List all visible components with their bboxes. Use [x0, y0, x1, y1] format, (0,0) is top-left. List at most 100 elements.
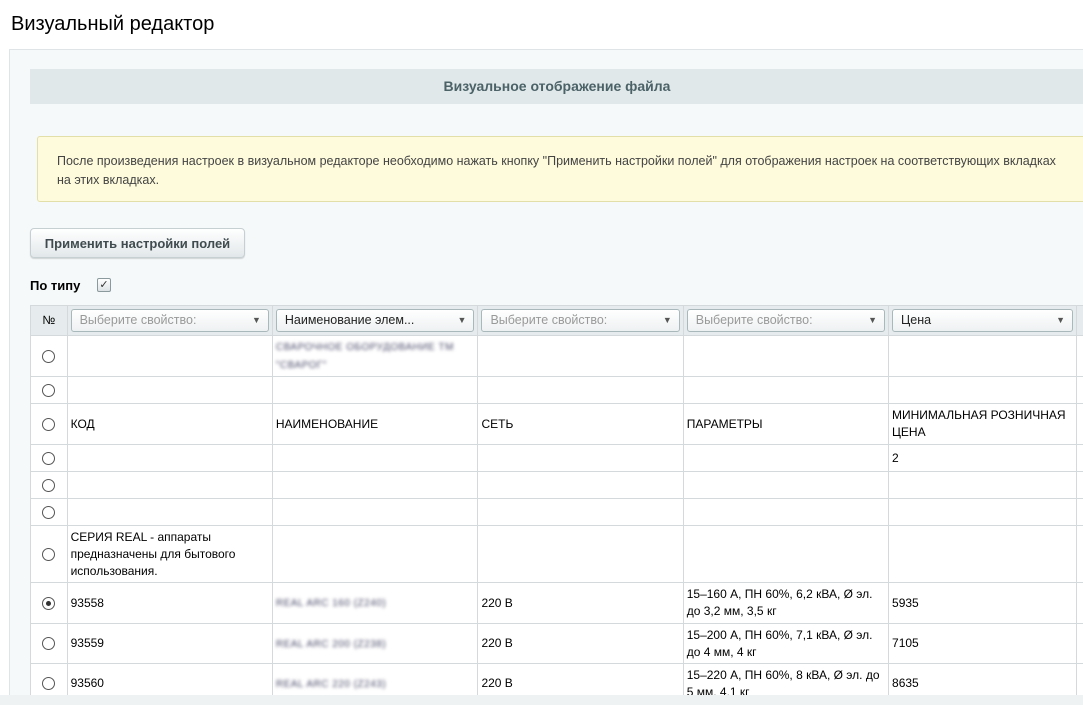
row-select-cell: [30, 498, 68, 526]
table-row[interactable]: [30, 471, 1083, 499]
cell-text: СЕРИЯ REAL - аппараты предназначены для …: [70, 529, 236, 578]
table-cell: 7105: [888, 623, 1077, 664]
table-cell: [477, 525, 684, 583]
table-cell: [271, 525, 479, 583]
cell-text: 7105: [892, 636, 919, 650]
table-cell: [271, 376, 479, 404]
column-select-cell: Цена ▼: [888, 305, 1077, 336]
table-cell: [66, 335, 273, 377]
table-cell: [682, 498, 890, 526]
table-cell: КОД: [66, 403, 273, 445]
table-cell: [888, 525, 1077, 583]
table-cell: 15–160 А, ПН 60%, 6,2 кВА, Ø эл. до 3,2 …: [682, 582, 890, 624]
table-cell: [1076, 498, 1083, 526]
table-cell: [1076, 376, 1083, 404]
cell-text: 93558: [70, 595, 104, 610]
table-row[interactable]: 2: [30, 444, 1083, 472]
notice-line-2: на этих вкладках.: [57, 173, 160, 187]
table-cell: [271, 444, 479, 472]
table-cell: [66, 376, 273, 404]
cell-text: REAL ARC 160 (Z240): [275, 598, 387, 609]
row-select-cell: [30, 663, 68, 698]
row-radio-button[interactable]: [42, 417, 56, 431]
table-cell: 15–200 А, ПН 60%, 7,1 кВА, Ø эл. до 4 мм…: [682, 623, 890, 664]
cell-text: НАИМЕНОВАНИЕ: [275, 416, 379, 431]
section-header: Визуальное отображение файла: [30, 69, 1083, 104]
table-cell: REAL ARC 200 (Z238): [271, 623, 479, 664]
page-title: Визуальный редактор: [11, 13, 215, 35]
column-property-select[interactable]: Выберите свойство: ▼: [686, 309, 886, 332]
table-cell: [66, 471, 273, 499]
cell-text: 220 В: [481, 636, 513, 650]
table-cell: 5935: [888, 582, 1077, 624]
row-select-cell: [30, 403, 68, 445]
table-cell: [271, 498, 479, 526]
column-property-select[interactable]: Цена ▼: [892, 309, 1073, 332]
table-cell: 220 В: [477, 623, 684, 664]
row-radio-button[interactable]: [42, 349, 56, 363]
row-radio-button[interactable]: [42, 677, 56, 691]
table-cell: НАИМЕНОВАНИЕ: [271, 403, 479, 445]
table-row[interactable]: [30, 498, 1083, 526]
column-extra-cell: [1076, 305, 1083, 336]
cell-text: 220 В: [481, 595, 513, 610]
table-cell: [1076, 582, 1083, 624]
table-cell: [1076, 403, 1083, 445]
dropdown-arrow-icon: ▼: [662, 315, 672, 325]
column-property-select[interactable]: Наименование элем... ▼: [275, 309, 475, 332]
column-select-cell: Выберите свойство: ▼: [682, 305, 890, 336]
table-cell: 220 В: [477, 663, 684, 698]
table-cell: [888, 498, 1077, 526]
table-row[interactable]: [30, 376, 1083, 404]
row-select-cell: [30, 444, 68, 472]
editor-panel: Визуальное отображение файла После произ…: [9, 49, 1083, 698]
table-row[interactable]: СЕРИЯ REAL - аппараты предназначены для …: [30, 525, 1083, 583]
table-row[interactable]: 93558 REAL ARC 160 (Z240) 220 В 15–160 А, П…: [30, 582, 1083, 624]
row-radio-button[interactable]: [42, 596, 56, 610]
cell-text: 2: [892, 450, 899, 465]
table-row[interactable]: КОД НАИМЕНОВАНИЕ СЕТЬ ПАРАМЕТРЫ МИНИМАЛЬНАЯ …: [30, 403, 1083, 445]
column-select-cell: Выберите свойство: ▼: [477, 305, 684, 336]
by-type-checkbox[interactable]: ✓: [97, 278, 111, 292]
bottom-edge: [0, 695, 1083, 705]
table-cell: [477, 444, 684, 472]
row-radio-button[interactable]: [42, 505, 56, 519]
column-property-select[interactable]: Выберите свойство: ▼: [481, 309, 680, 332]
row-radio-button[interactable]: [42, 383, 56, 397]
cell-text: 5935: [892, 595, 919, 610]
table-cell: [477, 471, 684, 499]
table-row[interactable]: 93559 REAL ARC 200 (Z238) 220 В 15–200 А, П…: [30, 623, 1083, 664]
table-cell: [477, 376, 684, 404]
notice-box: После произведения настроек в визуальном…: [37, 136, 1083, 202]
row-radio-button[interactable]: [42, 451, 56, 465]
table-cell: REAL ARC 220 (Z243): [271, 663, 479, 698]
table-header-row: № Выберите свойство: ▼ Наименование элем.…: [30, 305, 1083, 336]
row-select-cell: [30, 376, 68, 404]
table-cell: [682, 335, 890, 377]
cell-text: 15–220 А, ПН 60%, 8 кВА, Ø эл. до 5 мм, …: [686, 667, 880, 699]
row-radio-button[interactable]: [42, 637, 56, 651]
table-row[interactable]: СВАРОЧНОЕ ОБОРУДОВАНИЕ ТМ "СВАРОГ": [30, 335, 1083, 377]
table-cell: 2: [888, 444, 1077, 472]
table-cell: [888, 335, 1077, 377]
notice-line-1: После произведения настроек в визуальном…: [57, 154, 1056, 168]
table-cell: СЕРИЯ REAL - аппараты предназначены для …: [66, 525, 273, 583]
cell-text: ПАРАМЕТРЫ: [686, 416, 763, 431]
row-select-cell: [30, 525, 68, 583]
table-cell: 15–220 А, ПН 60%, 8 кВА, Ø эл. до 5 мм, …: [682, 663, 890, 699]
table-cell: [888, 471, 1077, 499]
row-select-cell: [30, 582, 68, 624]
apply-field-settings-button[interactable]: Применить настройки полей: [30, 228, 245, 258]
table-cell: [682, 471, 890, 499]
table-cell: 93560: [66, 663, 273, 698]
row-radio-button[interactable]: [42, 478, 56, 492]
cell-text: 15–160 А, ПН 60%, 6,2 кВА, Ø эл. до 3,2 …: [686, 587, 873, 618]
row-number-header: №: [30, 305, 68, 336]
table-row[interactable]: 93560 REAL ARC 220 (Z243) 220 В 15–220 А, П…: [30, 663, 1083, 699]
column-property-select[interactable]: Выберите свойство: ▼: [70, 309, 269, 332]
table-cell: [1076, 335, 1083, 377]
table-cell: [477, 335, 684, 377]
data-table: № Выберите свойство: ▼ Наименование элем.…: [30, 305, 1083, 698]
row-radio-button[interactable]: [42, 547, 56, 561]
table-cell: МИНИМАЛЬНАЯ РОЗНИЧНАЯ ЦЕНА: [888, 403, 1077, 445]
